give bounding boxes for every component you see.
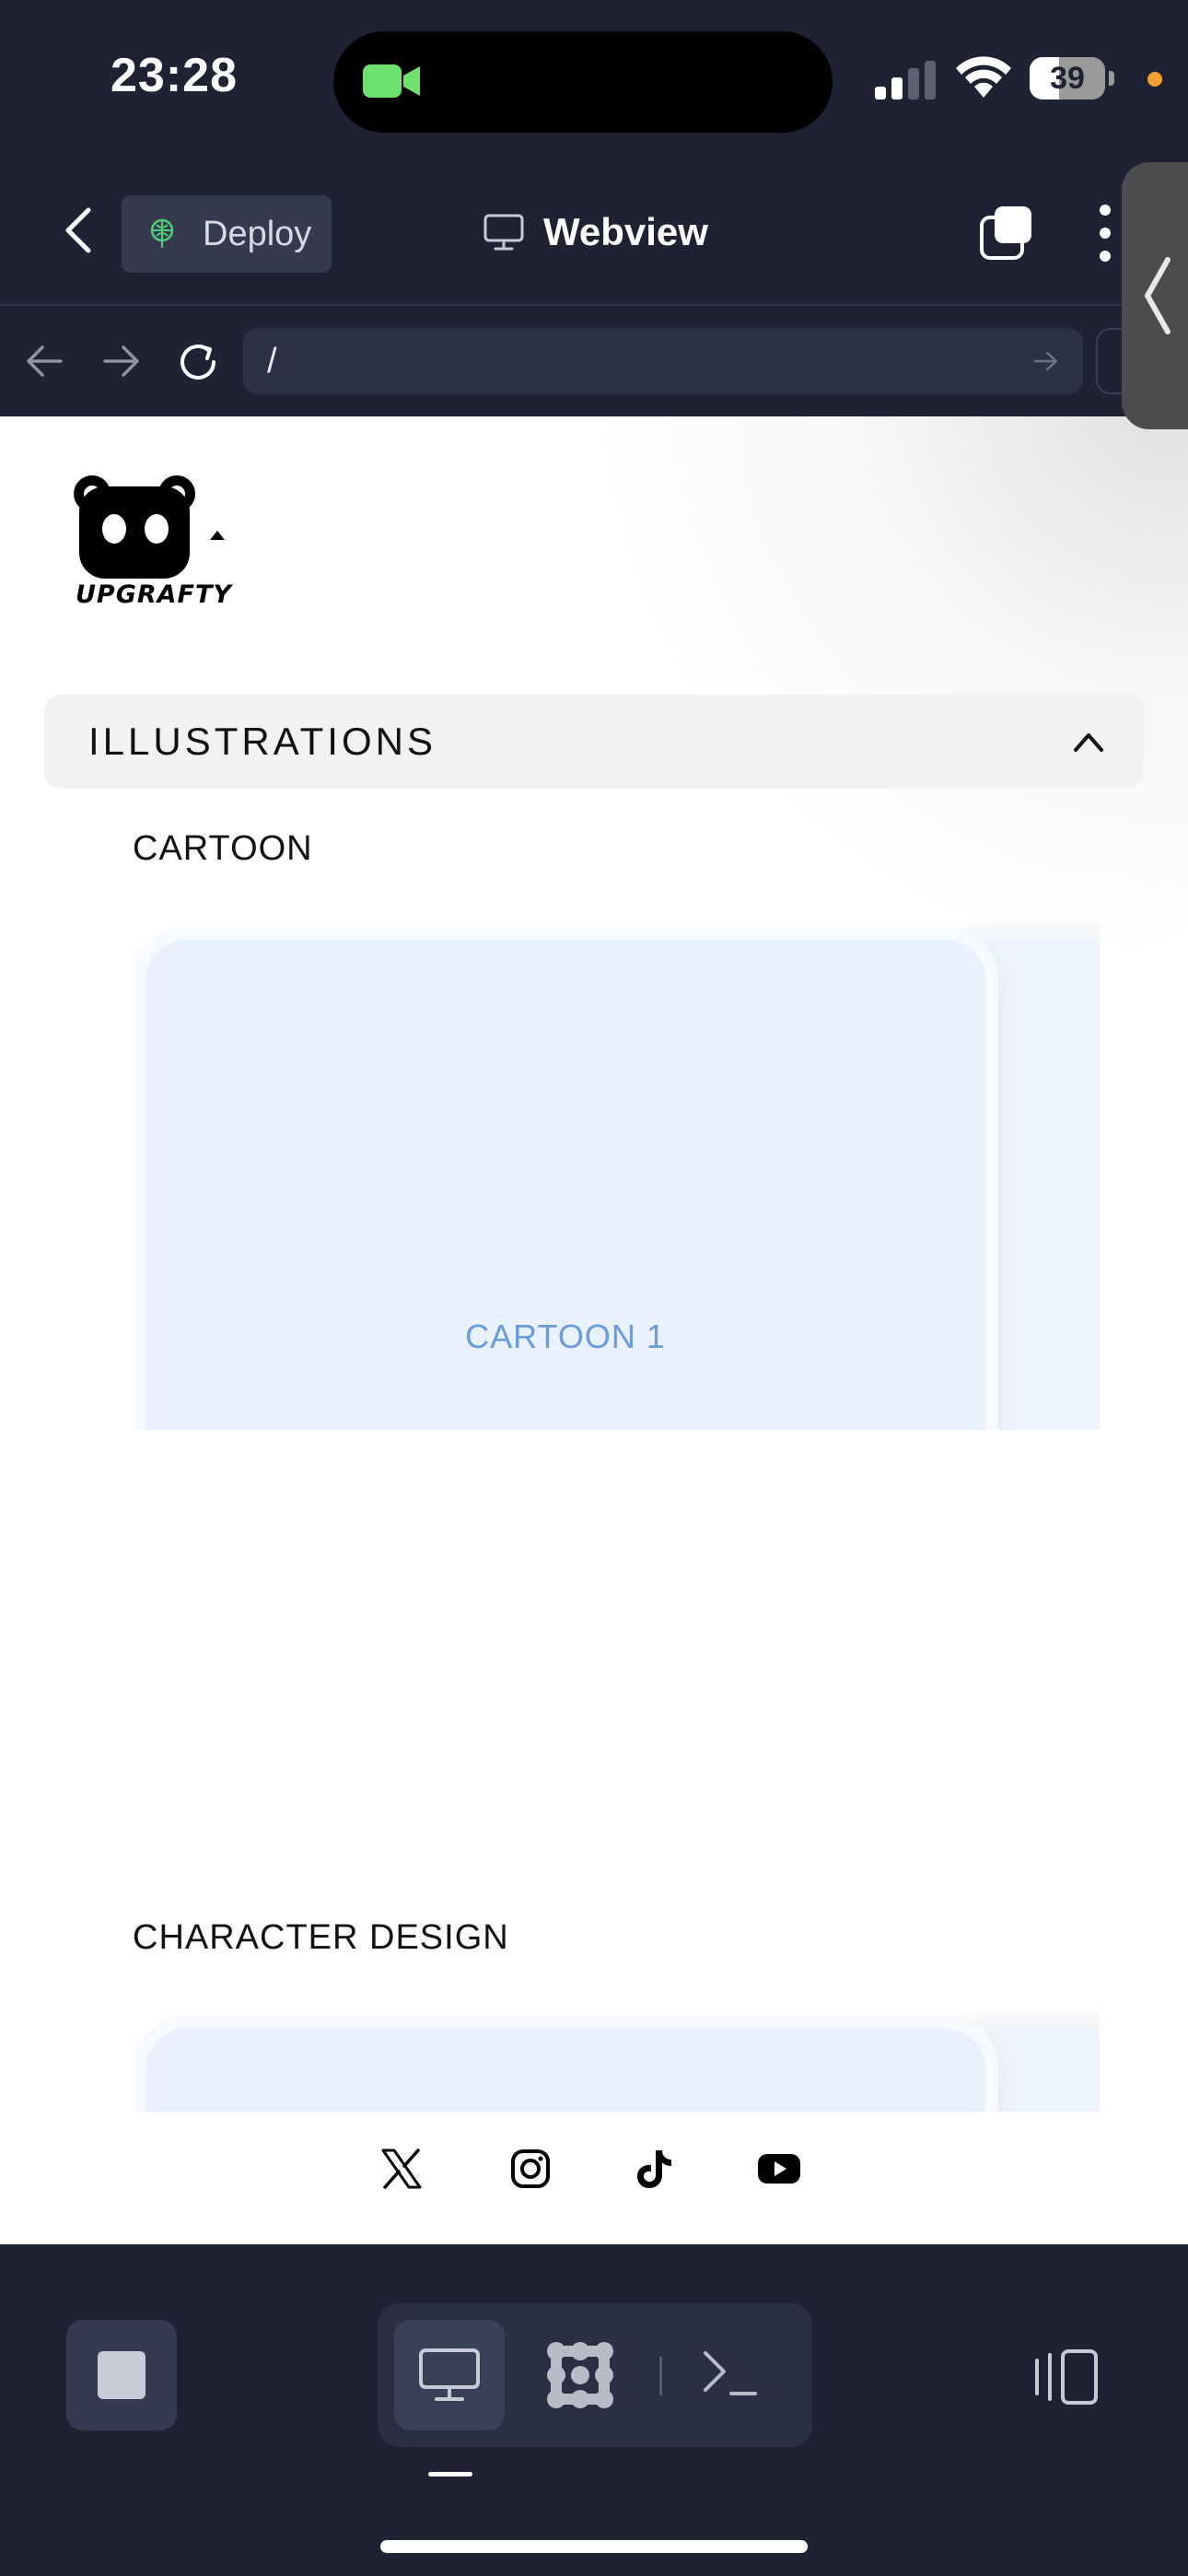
browser-toolbar: / (0, 308, 1188, 416)
accordion-title: ILLUSTRATIONS (88, 720, 437, 763)
stop-button[interactable] (66, 2320, 177, 2430)
mode-switcher (378, 2303, 812, 2447)
tabs-icon[interactable] (978, 205, 1035, 262)
youtube-icon[interactable] (757, 2147, 801, 2191)
arrow-left-icon[interactable] (24, 343, 64, 380)
app-header: Deploy Webview (0, 157, 1188, 306)
battery-percent: 39 (1050, 61, 1085, 96)
deploy-label: Deploy (203, 215, 312, 253)
divider (659, 2357, 662, 2395)
social-links (0, 2112, 1188, 2244)
webview-icon (419, 2348, 480, 2401)
globe-tree-icon (150, 218, 174, 248)
tiktok-icon[interactable] (632, 2147, 676, 2191)
dynamic-island (333, 31, 833, 133)
side-panel-handle[interactable] (1122, 162, 1188, 429)
go-arrow-icon[interactable] (1033, 350, 1059, 372)
status-time: 23:28 (111, 49, 238, 102)
character-design-carousel[interactable] (133, 2003, 1100, 2113)
deploy-button[interactable]: Deploy (122, 195, 332, 273)
background-glow (589, 416, 1188, 969)
terminal-icon[interactable] (700, 2348, 759, 2399)
monitor-icon (483, 214, 524, 251)
url-input[interactable]: / (243, 328, 1083, 394)
x-icon[interactable] (379, 2147, 424, 2191)
split-view-icon[interactable] (1031, 2348, 1100, 2406)
logo-text: UPGRAFTY (76, 580, 232, 609)
arrow-right-icon[interactable] (101, 343, 142, 380)
active-mode-indicator (428, 2472, 472, 2476)
more-vertical-icon[interactable] (1089, 201, 1122, 265)
cellular-signal-icon (875, 61, 936, 100)
web-content: UPGRAFTY ILLUSTRATIONS CARTOON CARTOON 1… (0, 416, 1188, 2244)
chevron-left-icon[interactable] (53, 201, 101, 260)
mesh-icon[interactable] (543, 2340, 617, 2410)
chevron-left-icon (1145, 257, 1171, 334)
reload-icon[interactable] (175, 339, 221, 385)
bottom-toolbar (0, 2261, 1188, 2576)
chevron-up-icon[interactable] (1072, 730, 1105, 754)
stop-icon (98, 2351, 146, 2399)
battery-icon: 39 (1030, 57, 1114, 100)
wifi-icon (956, 56, 1011, 98)
video-camera-icon (363, 64, 420, 98)
carousel-card[interactable]: CARTOON 1 (133, 927, 998, 1430)
home-indicator (380, 2540, 808, 2553)
webview-mode-button[interactable] (394, 2320, 505, 2430)
privacy-indicator-dot (1147, 72, 1162, 87)
cartoon-carousel[interactable]: CARTOON 1 (133, 914, 1100, 1430)
section-label-character-design: CHARACTER DESIGN (133, 1918, 509, 1957)
page-title: Webview (483, 205, 708, 260)
card-label: CARTOON 1 (465, 1317, 666, 1355)
accordion-illustrations[interactable]: ILLUSTRATIONS (44, 695, 1144, 789)
webview-title: Webview (543, 210, 708, 253)
url-text: / (267, 342, 277, 381)
instagram-icon[interactable] (508, 2147, 553, 2191)
section-label-cartoon: CARTOON (133, 829, 313, 868)
status-bar: 23:28 39 (0, 0, 1188, 157)
carousel-card[interactable] (133, 2016, 998, 2113)
